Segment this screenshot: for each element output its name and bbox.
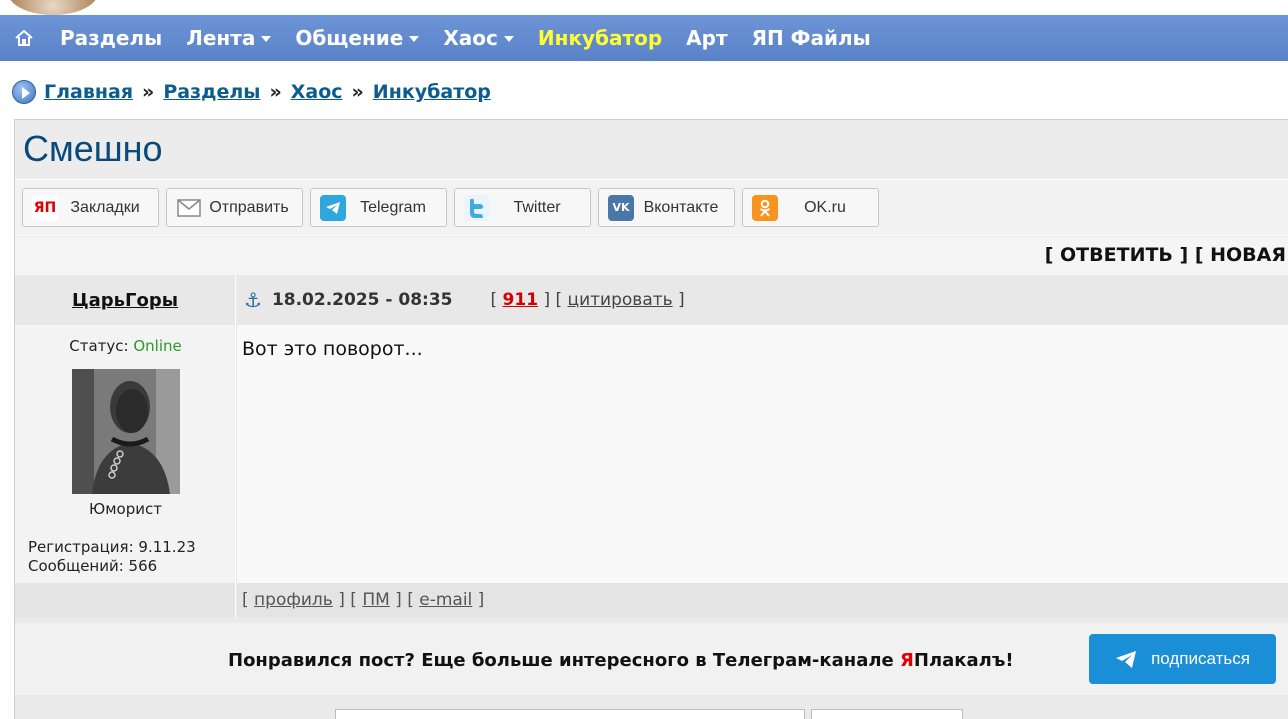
breadcrumb-separator: » xyxy=(351,81,364,103)
author-name-link[interactable]: ЦарьГоры xyxy=(72,290,178,311)
post-date: 18.02.2025 - 08:35 xyxy=(271,290,453,310)
telegram-icon xyxy=(320,194,346,221)
share-bookmarks-button[interactable]: ЯП Закладки xyxy=(22,188,159,227)
main-nav: Разделы Лента Общение Хаос Инкубатор Арт… xyxy=(0,15,1288,61)
avatar[interactable] xyxy=(72,369,180,494)
promo-text: Понравился пост? Еще больше интересного … xyxy=(228,650,1014,671)
home-icon xyxy=(15,29,33,46)
bottom-secondary-field[interactable] xyxy=(811,709,963,719)
yap-icon: ЯП xyxy=(32,194,58,221)
post-text: Вот это поворот... xyxy=(242,338,423,360)
pm-link[interactable]: ПМ xyxy=(362,590,389,610)
breadcrumb-razdely[interactable]: Разделы xyxy=(163,81,260,103)
page-title: Смешно xyxy=(23,128,163,169)
nav-home-button[interactable] xyxy=(0,15,48,61)
post-number-link[interactable]: 911 xyxy=(503,290,539,310)
nav-item-yap-files[interactable]: ЯП Файлы xyxy=(740,15,883,61)
chevron-down-icon xyxy=(409,36,420,42)
nav-item-razdely[interactable]: Разделы xyxy=(48,15,174,61)
page: Разделы Лента Общение Хаос Инкубатор Арт… xyxy=(0,0,1288,719)
post-content: Вот это поворот... xyxy=(237,325,1288,583)
post-footer-links: [ профиль ] [ ПМ ] [ e-mail ] xyxy=(237,583,1288,617)
subscribe-button[interactable]: подписаться xyxy=(1089,634,1276,684)
user-rank: Юморист xyxy=(89,500,162,518)
chevron-down-icon xyxy=(261,36,272,42)
avatar-image xyxy=(72,369,180,494)
telegram-promo: Понравился пост? Еще больше интересного … xyxy=(15,623,1288,695)
share-email-button[interactable]: Отправить xyxy=(166,188,303,227)
post-footer-left xyxy=(15,583,236,617)
share-ok-button[interactable]: OK.ru xyxy=(742,188,879,227)
reply-new-topic-links[interactable]: [ ОТВЕТИТЬ ] [ НОВАЯ xyxy=(1045,244,1286,266)
breadcrumb: Главная » Разделы » Хаос » Инкубатор xyxy=(12,78,491,106)
share-vk-button[interactable]: VK Вконтакте xyxy=(598,188,735,227)
status-online-badge: Online xyxy=(133,337,182,355)
email-link[interactable]: e-mail xyxy=(419,590,472,610)
profile-link[interactable]: профиль xyxy=(254,590,333,610)
nav-item-art[interactable]: Арт xyxy=(674,15,739,61)
post-author-cell: ЦарьГоры xyxy=(15,275,236,325)
vk-icon: VK xyxy=(608,194,634,221)
breadcrumb-khaos[interactable]: Хаос xyxy=(291,81,343,103)
message-count: Сообщений: 566 xyxy=(28,557,158,575)
twitter-icon xyxy=(464,194,490,221)
user-status: Статус: Online xyxy=(69,337,182,355)
header-banner xyxy=(0,0,1288,15)
share-bar: ЯП Закладки Отправить Telegram Twitter V… xyxy=(15,180,1288,236)
breadcrumb-home[interactable]: Главная xyxy=(44,81,133,103)
quote-link[interactable]: цитировать xyxy=(568,290,673,310)
nav-item-inkubator[interactable]: Инкубатор xyxy=(526,15,674,61)
share-telegram-button[interactable]: Telegram xyxy=(310,188,447,227)
user-stats: Регистрация: 9.11.23 Сообщений: 566 xyxy=(28,538,196,576)
play-circle-icon xyxy=(12,80,36,104)
topic-title-row: Смешно xyxy=(15,120,1288,180)
envelope-icon xyxy=(176,195,202,221)
bottom-input-field[interactable] xyxy=(335,709,805,719)
chevron-down-icon xyxy=(503,36,514,42)
reply-bar: [ ОТВЕТИТЬ ] [ НОВАЯ xyxy=(15,237,1288,275)
topic-container: Смешно ЯП Закладки Отправить Telegram Tw… xyxy=(14,119,1288,719)
registration-date: Регистрация: 9.11.23 xyxy=(28,538,196,556)
breadcrumb-separator: » xyxy=(269,81,282,103)
telegram-icon xyxy=(1116,650,1137,668)
share-twitter-button[interactable]: Twitter xyxy=(454,188,591,227)
nav-item-obshchenie[interactable]: Общение xyxy=(283,15,431,61)
breadcrumb-inkubator[interactable]: Инкубатор xyxy=(373,81,491,103)
site-logo-mascot[interactable] xyxy=(8,0,98,15)
post-meta: ⚓ 18.02.2025 - 08:35 [ 911 ] [ цитироват… xyxy=(237,275,1288,325)
anchor-icon[interactable]: ⚓ xyxy=(244,288,262,312)
ok-icon xyxy=(752,194,778,221)
nav-item-lenta[interactable]: Лента xyxy=(174,15,283,61)
nav-item-khaos[interactable]: Хаос xyxy=(431,15,526,61)
breadcrumb-separator: » xyxy=(142,81,155,103)
author-info-panel: Статус: Online Юморист Регистрация: 9.11… xyxy=(15,325,236,583)
